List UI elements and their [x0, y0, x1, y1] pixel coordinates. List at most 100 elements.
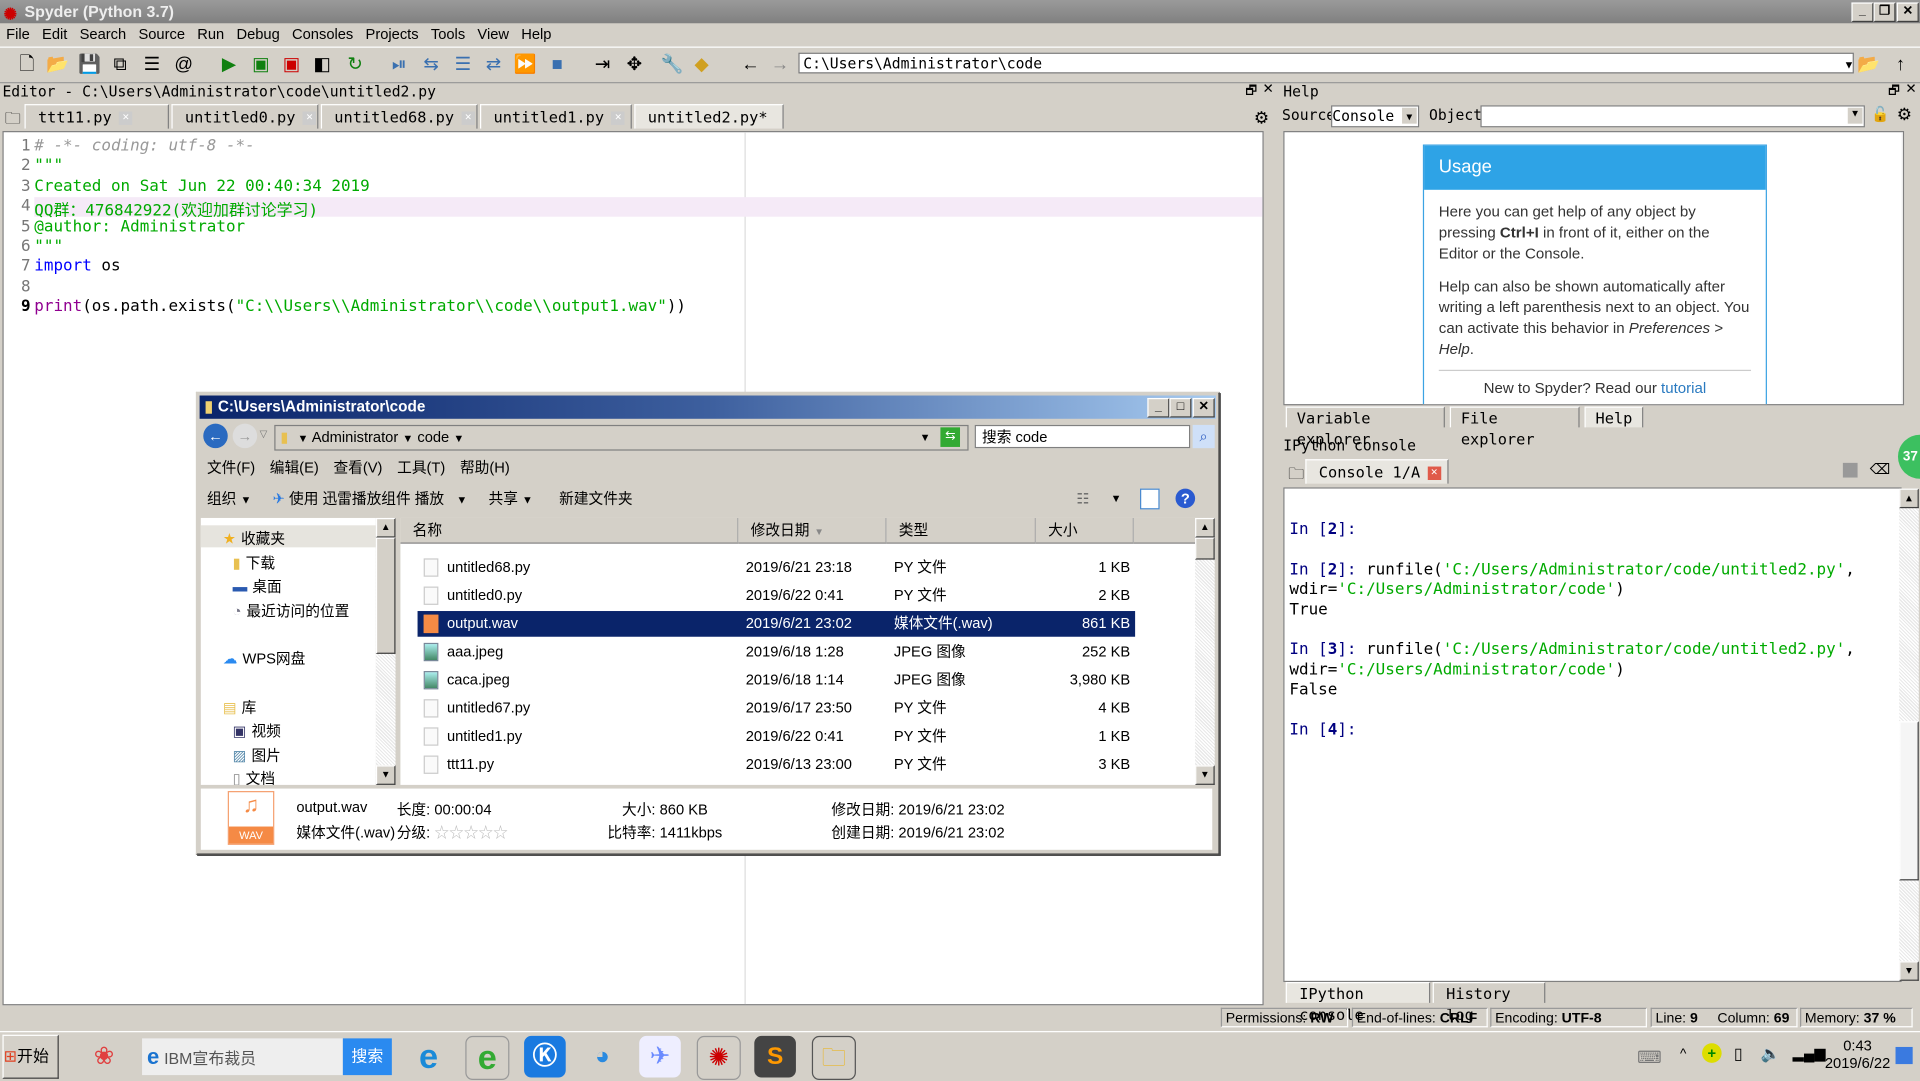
minimize-button[interactable]: _ [1851, 2, 1874, 23]
network-signal-icon[interactable]: ▂▄▆ [1793, 1044, 1826, 1061]
maximize-button[interactable]: ❐ [1873, 2, 1896, 23]
python-path-icon[interactable]: ◆ [689, 53, 713, 77]
show-hidden-icons-icon[interactable]: ^ [1680, 1047, 1686, 1062]
maximize-pane-icon[interactable]: ⇥ [590, 53, 614, 77]
scroll-up-icon[interactable]: ▲ [1899, 488, 1919, 509]
nav-item[interactable]: ▯ 文档 [233, 768, 275, 785]
menu-debug[interactable]: Debug [230, 23, 286, 45]
close-pane-icon[interactable]: ✕ [1262, 81, 1273, 97]
clock[interactable]: 0:43 2019/6/22 [1825, 1037, 1891, 1071]
open-file-icon[interactable]: 📂 [45, 53, 69, 77]
menu-projects[interactable]: Projects [359, 23, 424, 45]
bottom-tab-history-log[interactable]: History log [1432, 982, 1546, 1024]
explorer-close-button[interactable]: ✕ [1192, 397, 1215, 418]
sublime-text-icon[interactable]: S [754, 1035, 796, 1078]
save-icon[interactable]: 💾 [77, 53, 101, 77]
refresh-icon[interactable]: ⇆ [940, 427, 961, 447]
undock-icon[interactable]: 🗗 [1245, 82, 1256, 103]
play-button[interactable]: ✈ 使用 迅雷播放组件 播放 ▼ [273, 490, 468, 507]
object-input[interactable]: ▼ [1480, 105, 1865, 128]
scroll-up-icon[interactable]: ▲ [375, 517, 396, 538]
menu-help[interactable]: Help [515, 23, 557, 45]
preview-pane-icon[interactable] [1140, 488, 1160, 510]
editor-tab[interactable]: ttt11.py ✕ [24, 104, 169, 129]
menu-view[interactable]: View [471, 23, 515, 45]
outline-icon[interactable]: ☰ [140, 53, 164, 77]
tray-plus-icon[interactable]: + [1702, 1043, 1722, 1063]
battery-icon[interactable]: ▯ [1734, 1044, 1743, 1064]
browse-tabs-icon[interactable]: 🗀 [1288, 463, 1304, 490]
editor-tab[interactable]: untitled1.py ✕ [480, 104, 632, 129]
bottom-tab-ipython-console[interactable]: IPython console [1285, 982, 1431, 1024]
recent-pages-chevron-icon[interactable]: ▽ [260, 429, 268, 440]
scroll-up-icon[interactable]: ▲ [1195, 517, 1215, 538]
scroll-down-icon[interactable]: ▼ [1899, 961, 1919, 981]
scroll-down-icon[interactable]: ▼ [1195, 765, 1215, 785]
pane-tab-help[interactable]: Help [1584, 406, 1644, 428]
file-explorer-icon[interactable]: 🗀 [811, 1035, 856, 1081]
chevron-down-icon[interactable]: ▼ [1111, 486, 1122, 510]
forward-button[interactable]: → [232, 423, 258, 449]
rating-stars[interactable]: ☆☆☆☆☆ [434, 824, 507, 841]
nav-item[interactable]: ☁ WPS网盘 [223, 648, 305, 669]
undock-icon[interactable]: 🗗 [1888, 82, 1899, 103]
editor-tab[interactable]: untitled68.py ✕ [320, 104, 478, 129]
keyboard-icon[interactable]: ⌨ [1637, 1047, 1662, 1068]
run-selection-icon[interactable]: ◧ [310, 53, 334, 77]
nav-item[interactable]: ▤ 库 [223, 697, 257, 718]
explorer-search-input[interactable]: 搜索 code [974, 424, 1191, 449]
browse-folder-icon[interactable]: 📂 [1856, 53, 1880, 77]
file-row[interactable]: aaa.jpeg 2019/6/18 1:28 JPEG 图像 252 KB [418, 639, 1136, 665]
explorer-menu-item[interactable]: 工具(T) [397, 459, 445, 476]
chevron-down-icon[interactable]: ▼ [453, 432, 464, 444]
breadcrumb-code[interactable]: code [417, 429, 449, 446]
parent-directory-icon[interactable]: ↑ [1888, 53, 1912, 77]
app-icon-colorful[interactable]: ❀ [83, 1036, 125, 1078]
nav-item[interactable]: ▨ 图片 [233, 744, 281, 765]
breadcrumb-administrator[interactable]: Administrator [312, 429, 399, 446]
organize-button[interactable]: 组织 ▼ [207, 490, 251, 507]
close-tab-icon[interactable]: ✕ [461, 111, 475, 125]
explorer-minimize-button[interactable]: _ [1147, 397, 1170, 418]
gear-icon[interactable]: ⚙ [1897, 104, 1912, 125]
new-file-icon[interactable]: 🗋 [15, 53, 39, 77]
menu-search[interactable]: Search [74, 23, 133, 45]
run-cell-icon[interactable]: ▣ [249, 53, 273, 77]
close-button[interactable]: ✕ [1896, 2, 1919, 23]
column-header[interactable]: 修改日期 ▼ [738, 517, 887, 544]
file-row[interactable]: untitled1.py 2019/6/22 0:41 PY 文件 1 KB [418, 724, 1136, 750]
chevron-down-icon[interactable]: ▼ [402, 432, 413, 444]
360-browser-icon[interactable]: e [465, 1035, 510, 1081]
scroll-thumb[interactable] [375, 537, 396, 654]
forward-arrow-icon[interactable]: → [768, 53, 792, 77]
nav-item[interactable]: ▮ 下载 [233, 552, 275, 573]
nav-item[interactable]: ▣ 视频 [233, 720, 281, 741]
menu-file[interactable]: File [0, 23, 36, 45]
close-tab-icon[interactable]: ✕ [119, 111, 133, 125]
explorer-menu-item[interactable]: 文件(F) [207, 459, 255, 476]
search-icon[interactable]: ⌕ [1192, 424, 1215, 449]
kugou-icon[interactable]: Ⓚ [524, 1035, 566, 1078]
explorer-menu-item[interactable]: 帮助(H) [460, 459, 510, 476]
xunlei-icon[interactable]: ✈ [639, 1035, 681, 1078]
step-return-icon[interactable]: ⇄ [481, 53, 505, 77]
close-tab-icon[interactable]: ✕ [302, 111, 317, 125]
chevron-down-icon[interactable]: ▼ [297, 432, 308, 444]
menu-edit[interactable]: Edit [36, 23, 74, 45]
file-list-scrollbar[interactable]: ▲ ▼ [1195, 517, 1215, 785]
pane-tab-variable-explorer[interactable]: Variable explorer [1285, 406, 1445, 448]
nav-scrollbar[interactable]: ▲ ▼ [375, 517, 396, 785]
menu-tools[interactable]: Tools [425, 23, 472, 45]
messenger-icon[interactable]: ◕ [582, 1036, 624, 1078]
debug-icon[interactable]: ⏯ [387, 53, 411, 77]
explorer-maximize-button[interactable]: □ [1169, 397, 1192, 418]
lock-icon[interactable]: 🔓 [1871, 105, 1889, 122]
help-scrollbar[interactable] [1901, 132, 1903, 405]
ie-browser-icon[interactable]: e [408, 1036, 450, 1078]
start-button[interactable]: ⊞开始 [2, 1034, 59, 1079]
volume-icon[interactable]: 🔈 [1761, 1044, 1781, 1064]
at-icon[interactable]: @ [171, 53, 195, 77]
continue-icon[interactable]: ⏩ [513, 53, 537, 77]
preferences-wrench-icon[interactable]: 🔧 [660, 53, 684, 77]
show-desktop-button[interactable] [1895, 1046, 1913, 1065]
